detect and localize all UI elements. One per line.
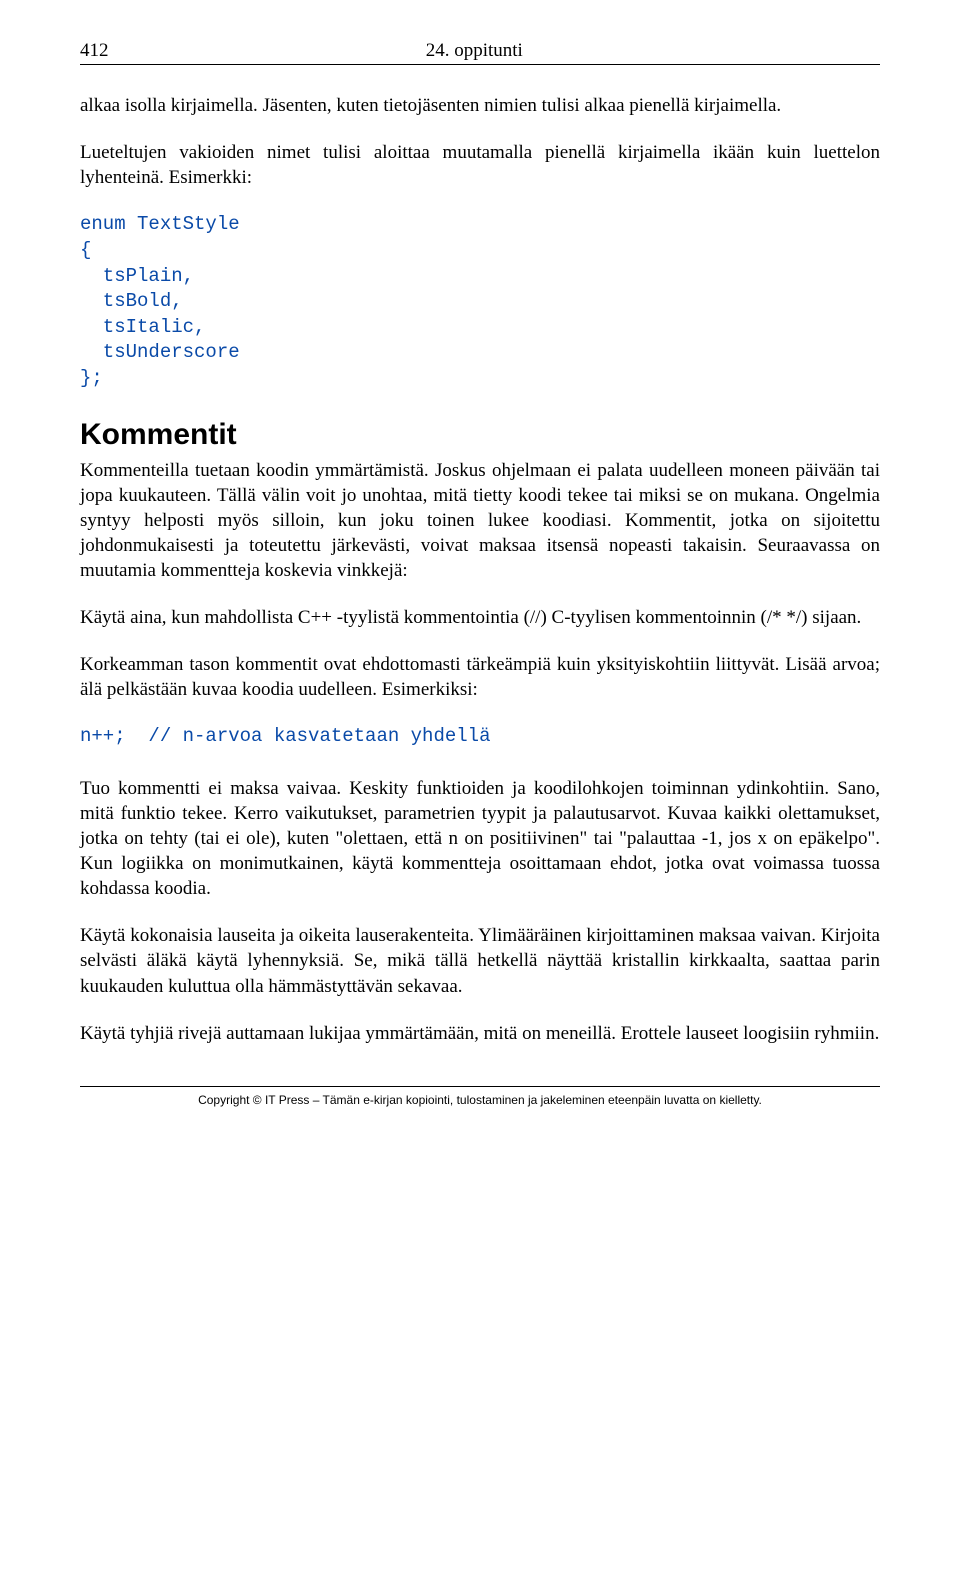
page-header: 412 24. oppitunti [80,40,880,62]
code-block-enum: enum TextStyle { tsPlain, tsBold, tsItal… [80,212,880,391]
footer-copyright: Copyright © IT Press – Tämän e-kirjan ko… [80,1086,880,1107]
paragraph: Käytä kokonaisia lauseita ja oikeita lau… [80,923,880,998]
paragraph: Kommenteilla tuetaan koodin ymmärtämistä… [80,458,880,583]
header-rule [80,64,880,65]
paragraph: Käytä aina, kun mahdollista C++ -tyylist… [80,605,880,630]
paragraph: Tuo kommentti ei maksa vaivaa. Keskity f… [80,776,880,901]
paragraph: Käytä tyhjiä rivejä auttamaan lukijaa ym… [80,1021,880,1046]
paragraph: Lueteltujen vakioiden nimet tulisi aloit… [80,140,880,190]
page-number: 412 [80,40,109,62]
paragraph: Korkeamman tason kommentit ovat ehdottom… [80,652,880,702]
section-heading-kommentit: Kommentit [80,418,880,452]
chapter-title: 24. oppitunti [109,40,841,62]
code-block-comment-example: n++; // n-arvoa kasvatetaan yhdellä [80,724,880,750]
paragraph: alkaa isolla kirjaimella. Jäsenten, kute… [80,93,880,118]
page-content: 412 24. oppitunti alkaa isolla kirjaimel… [0,0,960,1137]
